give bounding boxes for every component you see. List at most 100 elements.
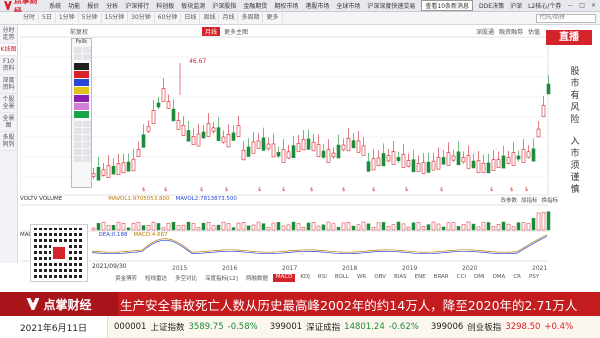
indicator-tab[interactable]: MACD [272, 274, 296, 282]
fib-tool-icon[interactable] [74, 142, 82, 148]
indicator-tab[interactable]: BRAR [431, 274, 452, 282]
menu-item[interactable]: 分析 [106, 1, 118, 10]
channel-tool-icon[interactable] [83, 142, 91, 148]
color-swatch-blue[interactable] [74, 79, 89, 86]
menu-item[interactable]: 系统 [49, 1, 61, 10]
lock-tool-icon[interactable] [83, 149, 91, 155]
indicator-tab[interactable]: 两融数据 [243, 274, 271, 282]
rect-tool-icon[interactable] [74, 128, 82, 134]
indicator-tab[interactable]: OBV [371, 274, 389, 282]
color-swatch-red[interactable] [74, 71, 89, 78]
indicator-tab[interactable]: ENE [412, 274, 429, 282]
indicator-tab[interactable]: BOLL [332, 274, 352, 282]
indicator-tab[interactable]: CR [510, 274, 524, 282]
period-tab[interactable]: 15分钟 [102, 13, 129, 23]
indicator-tab[interactable]: 多空对比 [172, 274, 200, 282]
period-tab[interactable]: 月线 [219, 13, 239, 23]
period-tab[interactable]: 30分钟 [128, 13, 155, 23]
menu-item[interactable]: 金融期货 [243, 1, 267, 10]
indicator-tab[interactable]: 短线雷达 [142, 274, 170, 282]
color-swatch-green[interactable] [74, 111, 89, 118]
period-tab[interactable]: 分时 [20, 13, 40, 23]
indicator-tab[interactable]: RSI [315, 274, 330, 282]
period-tab[interactable]: 更多 [263, 13, 283, 23]
maximize-icon[interactable]: □ [579, 2, 585, 9]
sidebar-item-timeshare[interactable]: 分时走势 [0, 25, 17, 44]
period-tab[interactable]: 5日 [39, 13, 56, 23]
period-tab[interactable]: 日线 [181, 13, 201, 23]
notice-button[interactable]: 查看10条新消息 [421, 0, 474, 11]
margin-link[interactable]: 融资融券 [499, 27, 523, 36]
tool-icon[interactable] [83, 47, 91, 53]
ticker-item[interactable]: 399001 深证成指 14801.24 -0.62% [264, 321, 425, 333]
market-link[interactable]: 沪深 [510, 1, 522, 10]
menu-item[interactable]: 功能 [68, 1, 80, 10]
color-swatch-yellow[interactable] [74, 87, 89, 94]
color-swatch-black[interactable] [74, 63, 89, 70]
quick-trade-link[interactable]: 快速交易 [391, 1, 415, 10]
hide-tool-icon[interactable] [74, 156, 82, 162]
menu-item[interactable]: 科创板 [156, 1, 174, 10]
period-tab[interactable]: 多周期 [238, 13, 264, 23]
tool-icon[interactable] [74, 47, 82, 53]
arrow-tool-icon[interactable] [83, 135, 91, 141]
menu-item[interactable]: 期权市场 [274, 1, 298, 10]
ticker-item[interactable]: 000001 上证指数 3589.75 -0.58% [108, 321, 264, 333]
period-tab[interactable]: 周线 [200, 13, 220, 23]
l2-link[interactable]: L2核心/个券 [528, 1, 561, 10]
hk-connect-link[interactable]: 深股通 [476, 27, 494, 36]
swap-indicator-button[interactable]: 换指标 [541, 196, 558, 204]
sidebar-item-panorama[interactable]: 个股全景 [0, 94, 17, 113]
color-swatch-purple[interactable] [74, 95, 89, 102]
menu-item[interactable]: 沪深深度 [367, 1, 391, 10]
ticker-item[interactable]: 399006 创业板指 3298.50 +0.4% [425, 321, 579, 333]
indicator-tab[interactable]: 资金博弈 [112, 274, 140, 282]
sidebar-item-depth[interactable]: 深度资料 [0, 75, 17, 94]
indicator-tab[interactable]: PSY [526, 274, 542, 282]
ray-tool-icon[interactable] [83, 121, 91, 127]
circle-tool-icon[interactable] [83, 128, 91, 134]
dde-link[interactable]: DDE决策 [479, 1, 504, 10]
menu-item[interactable]: 沪深排行 [125, 1, 149, 10]
sidebar-item-fullview[interactable]: 全景图 [0, 113, 17, 132]
valuation-link[interactable]: 估值 [528, 27, 540, 36]
candle-body [236, 125, 241, 137]
period-tab[interactable]: 1分钟 [56, 13, 79, 23]
candle-body [181, 125, 186, 136]
indicator-tab[interactable]: DMA [490, 274, 509, 282]
live-badge[interactable]: 直播 [546, 30, 592, 45]
menu-item[interactable]: 沪深股指 [212, 1, 236, 10]
menu-item[interactable]: 报价 [87, 1, 99, 10]
sidebar-item-multistock[interactable]: 多股同列 [0, 132, 17, 151]
indicator-tab[interactable]: DMI [471, 274, 488, 282]
edit-params-button[interactable]: 改参数 [500, 196, 517, 204]
menu-item[interactable]: 全球市场 [336, 1, 360, 10]
menu-item[interactable]: 板块监测 [181, 1, 205, 10]
sidebar-item-kline[interactable]: K线图 [0, 44, 17, 56]
erase-tool-icon[interactable] [74, 149, 82, 155]
text-tool-icon[interactable] [74, 135, 82, 141]
stock-search-input[interactable]: 代码/简拼 [536, 13, 596, 23]
indicator-tab[interactable]: BIAS [391, 274, 410, 282]
period-tab[interactable]: 60分钟 [155, 13, 182, 23]
period-indicator[interactable]: 月线 [202, 26, 221, 36]
indicator-tab[interactable]: 深度指标[L2] [202, 274, 241, 282]
indicator-tab[interactable]: KDJ [297, 274, 312, 282]
color-swatch-pink[interactable] [74, 103, 89, 110]
add-indicator-button[interactable]: 加指标 [521, 196, 538, 204]
close-icon[interactable]: × [591, 2, 596, 9]
risk-char: 慎 [570, 185, 580, 195]
more-main-chart[interactable]: 更多主图 [224, 27, 248, 36]
tool-icon[interactable] [74, 54, 82, 60]
period-tab[interactable]: 5分钟 [79, 13, 102, 23]
delete-tool-icon[interactable] [83, 156, 91, 162]
tool-icon[interactable] [83, 54, 91, 60]
drawing-tool-panel[interactable]: Fellk [71, 38, 92, 188]
sidebar-item-f10[interactable]: F10资料 [0, 56, 17, 75]
line-tool-icon[interactable] [74, 121, 82, 127]
minimize-icon[interactable]: － [567, 1, 573, 10]
kline-chart[interactable]: $ $ $ $ $ $ $ $ $ $ $ $ $ $ 2015 2016 2017 2018 2019 2020 2… [20, 25, 560, 290]
menu-item[interactable]: 港股市场 [305, 1, 329, 10]
indicator-tab[interactable]: CCI [454, 274, 469, 282]
indicator-tab[interactable]: WR [354, 274, 369, 282]
